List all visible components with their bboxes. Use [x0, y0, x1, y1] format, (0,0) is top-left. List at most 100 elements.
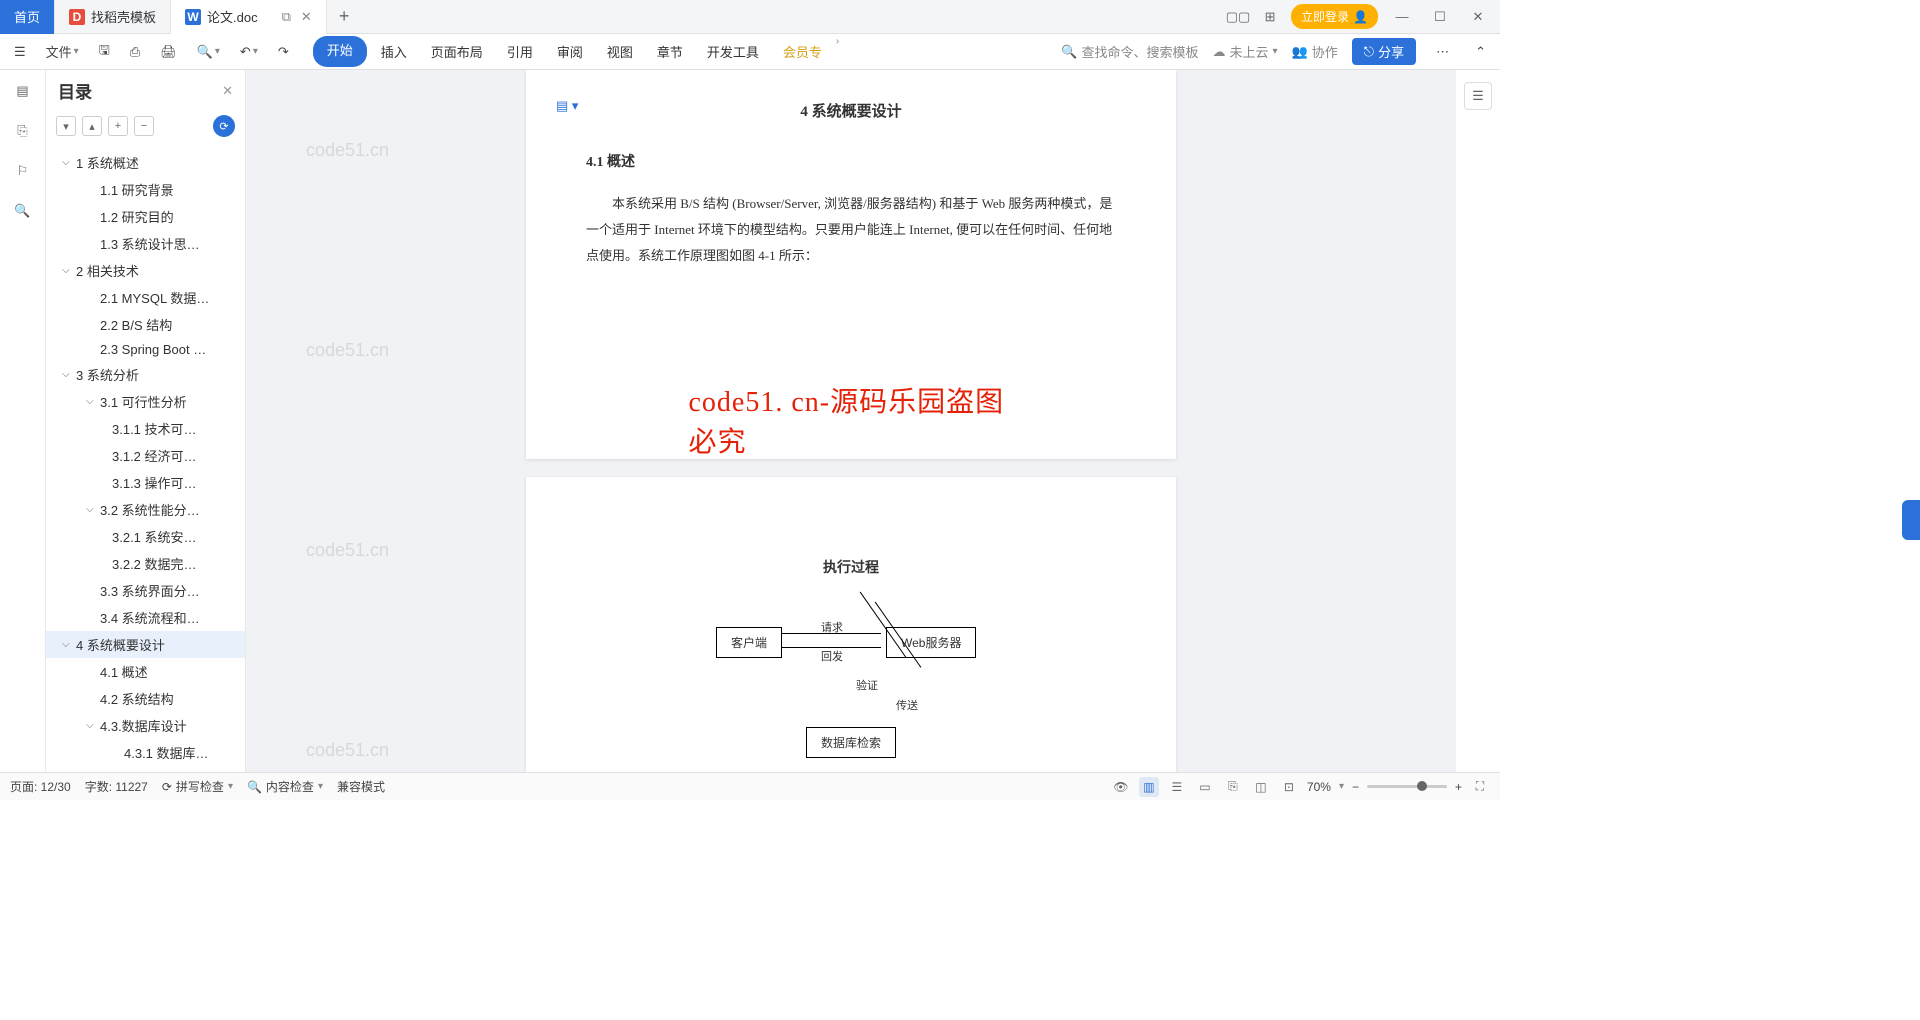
- zoom-in-icon[interactable]: +: [1455, 780, 1462, 794]
- view-focus-icon[interactable]: ◫: [1251, 777, 1271, 797]
- fullscreen-icon[interactable]: ⛶: [1470, 777, 1490, 797]
- outline-item[interactable]: 2.2 B/S 结构: [46, 311, 245, 338]
- watermark-red: code51. cn-源码乐园盗图必究: [689, 380, 1014, 460]
- right-panel-toggle-icon[interactable]: ☰: [1464, 82, 1492, 110]
- eye-icon[interactable]: 👁: [1111, 777, 1131, 797]
- zoom-value[interactable]: 70%: [1307, 780, 1331, 794]
- side-handle[interactable]: [1902, 500, 1920, 540]
- preview-icon[interactable]: 🔍▾: [191, 40, 226, 64]
- outline-item[interactable]: 3.1.1 技术可…: [46, 415, 245, 442]
- view-outline-icon[interactable]: ☰: [1167, 777, 1187, 797]
- file-menu[interactable]: 文件▾: [40, 38, 85, 65]
- save-icon[interactable]: 🖫: [93, 37, 116, 67]
- print-icon[interactable]: 🖨: [154, 40, 183, 64]
- cloud-status[interactable]: ☁ 未上云▾: [1213, 42, 1278, 61]
- window-close-icon[interactable]: ✕: [1464, 9, 1492, 25]
- status-bar: 页面: 12/30 字数: 11227 ⟳ 拼写检查 ▾ 🔍 内容检查 ▾ 兼容…: [0, 772, 1500, 800]
- login-button[interactable]: 立即登录 👤: [1291, 4, 1378, 29]
- export-icon[interactable]: ⎙: [124, 40, 146, 64]
- outline-item[interactable]: ⌵3 系统分析: [46, 361, 245, 388]
- outline-tools: ▾ ▴ + − ⟳: [46, 111, 245, 145]
- undo-icon[interactable]: ↶▾: [234, 40, 264, 64]
- outline-item[interactable]: 3.2.1 系统安…: [46, 523, 245, 550]
- outline-item[interactable]: 1.3 系统设计思…: [46, 230, 245, 257]
- outline-item[interactable]: ⌵2 相关技术: [46, 257, 245, 284]
- toolbar-collapse-icon[interactable]: ⌃: [1469, 40, 1492, 64]
- outline-item[interactable]: ⌵3.2 系统性能分…: [46, 496, 245, 523]
- outline-item[interactable]: ⌵4 系统概要设计: [46, 631, 245, 658]
- status-content-check[interactable]: 🔍 内容检查 ▾: [247, 778, 323, 795]
- redo-icon[interactable]: ↷: [272, 40, 295, 64]
- outline-add-icon[interactable]: +: [108, 116, 128, 136]
- document-page: 执行过程 客户端 Web服务器 数据库检索 请求 回发 验证 传送: [526, 477, 1176, 772]
- template-icon: D: [69, 9, 85, 25]
- status-compat[interactable]: 兼容模式: [337, 778, 385, 795]
- outline-item[interactable]: ⌵3.1 可行性分析: [46, 388, 245, 415]
- outline-item[interactable]: 3.1.2 经济可…: [46, 442, 245, 469]
- tab-add-button[interactable]: +: [327, 6, 362, 27]
- status-page[interactable]: 页面: 12/30: [10, 778, 71, 795]
- outline-item[interactable]: 4.3.1 数据库…: [46, 739, 245, 766]
- ribbon-tab-layout[interactable]: 页面布局: [421, 36, 493, 67]
- outline-item[interactable]: 2.3 Spring Boot …: [46, 338, 245, 361]
- tab-bar: 首页 D 找稻壳模板 W 论文.doc ⧉ ✕ + ▢▢ ⊞ 立即登录 👤 — …: [0, 0, 1500, 34]
- ribbon-tab-dev[interactable]: 开发工具: [697, 36, 769, 67]
- outline-item[interactable]: 3.4 系统流程和…: [46, 604, 245, 631]
- document-canvas[interactable]: ▤ ▾ 4 系统概要设计 4.1 概述 本系统采用 B/S 结构 (Browse…: [246, 70, 1456, 772]
- window-minimize-icon[interactable]: —: [1388, 9, 1416, 24]
- status-spellcheck[interactable]: ⟳ 拼写检查 ▾: [162, 778, 233, 795]
- outline-item[interactable]: 4.1 概述: [46, 658, 245, 685]
- outline-close-icon[interactable]: ✕: [222, 83, 233, 99]
- outline-expand-all-icon[interactable]: ▴: [82, 116, 102, 136]
- outline-item[interactable]: 3.2.2 数据完…: [46, 550, 245, 577]
- tab-detach-icon[interactable]: ⧉: [282, 9, 291, 25]
- ribbon-tab-vip[interactable]: 会员专: [773, 36, 832, 67]
- command-search[interactable]: 🔍 查找命令、搜索模板: [1061, 42, 1198, 61]
- outline-collapse-all-icon[interactable]: ▾: [56, 116, 76, 136]
- tab-home[interactable]: 首页: [0, 0, 55, 34]
- tab-close-icon[interactable]: ✕: [301, 9, 312, 25]
- ribbon-tab-reference[interactable]: 引用: [497, 36, 543, 67]
- outline-item[interactable]: ⌵1 系统概述: [46, 149, 245, 176]
- outline-item[interactable]: 2.1 MYSQL 数据…: [46, 284, 245, 311]
- zoom-fit-icon[interactable]: ⊡: [1279, 777, 1299, 797]
- outline-icon[interactable]: ▤: [12, 80, 34, 102]
- window-maximize-icon[interactable]: ☐: [1426, 9, 1454, 25]
- view-web-icon[interactable]: ⎘: [1223, 777, 1243, 797]
- outline-list: ⌵1 系统概述1.1 研究背景1.2 研究目的1.3 系统设计思…⌵2 相关技术…: [46, 145, 245, 772]
- outline-remove-icon[interactable]: −: [134, 116, 154, 136]
- bookmark-rail-icon[interactable]: ⎘: [12, 120, 34, 142]
- apps-icon[interactable]: ⊞: [1259, 6, 1281, 28]
- toolbar-more-icon[interactable]: ⋯: [1430, 40, 1455, 64]
- outline-item[interactable]: 3.3 系统界面分…: [46, 577, 245, 604]
- search-rail-icon[interactable]: 🔍: [12, 200, 34, 222]
- view-read-icon[interactable]: ▭: [1195, 777, 1215, 797]
- share-button[interactable]: ⎋ 分享: [1352, 38, 1416, 65]
- diagram-label-verify: 验证: [856, 677, 878, 693]
- ribbon-more-icon[interactable]: ›: [836, 36, 839, 67]
- outline-sync-icon[interactable]: ⟳: [213, 115, 235, 137]
- tab-template[interactable]: D 找稻壳模板: [55, 0, 171, 34]
- outline-item[interactable]: 3.1.3 操作可…: [46, 469, 245, 496]
- menu-icon[interactable]: ☰: [8, 40, 32, 64]
- status-words[interactable]: 字数: 11227: [85, 778, 148, 795]
- diagram-label-resp: 回发: [821, 648, 843, 664]
- view-page-icon[interactable]: ▥: [1139, 777, 1159, 797]
- ribbon-tab-view[interactable]: 视图: [597, 36, 643, 67]
- zoom-slider[interactable]: [1367, 785, 1447, 788]
- outline-item[interactable]: 1.1 研究背景: [46, 176, 245, 203]
- page-marker-icon[interactable]: ▤ ▾: [556, 98, 578, 114]
- outline-item[interactable]: 4.2 系统结构: [46, 685, 245, 712]
- zoom-out-icon[interactable]: −: [1352, 780, 1359, 794]
- ribbon-tab-insert[interactable]: 插入: [371, 36, 417, 67]
- ribbon-tab-chapter[interactable]: 章节: [647, 36, 693, 67]
- outline-item[interactable]: ⌵4.3.数据库设计: [46, 712, 245, 739]
- ribbon-tab-review[interactable]: 审阅: [547, 36, 593, 67]
- flag-icon[interactable]: ⚐: [12, 160, 34, 182]
- outline-item[interactable]: 1.2 研究目的: [46, 203, 245, 230]
- layout-icon[interactable]: ▢▢: [1227, 6, 1249, 28]
- ribbon-tab-start[interactable]: 开始: [313, 36, 367, 67]
- collab-button[interactable]: 👥 协作: [1292, 42, 1338, 61]
- tab-document[interactable]: W 论文.doc ⧉ ✕: [171, 0, 327, 34]
- right-rail: ☰: [1456, 70, 1500, 772]
